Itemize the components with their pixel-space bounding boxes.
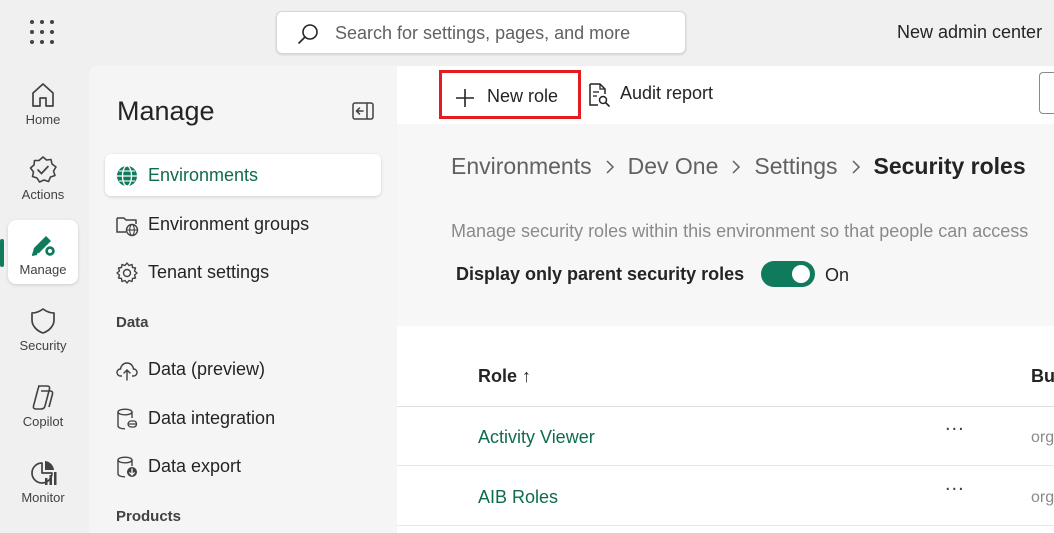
toggle-state-text: On — [825, 265, 850, 285]
new-admin-center-link[interactable]: New admin center — [897, 22, 1042, 43]
rail-label: Home — [25, 112, 61, 127]
rail-label: Manage — [19, 262, 67, 277]
parent-roles-toggle-label: Display only parent security roles — [456, 264, 745, 284]
table-row[interactable]: AIB Roles ... org — [397, 467, 1054, 526]
rail-item-monitor[interactable]: Monitor — [8, 448, 78, 512]
nav-item-label: Data (preview) — [148, 359, 266, 379]
nav-item-label: Environments — [148, 165, 259, 185]
command-bar: New role Audit report — [397, 66, 1054, 124]
rail-item-actions[interactable]: Actions — [8, 145, 78, 209]
rail-item-security[interactable]: Security — [8, 296, 78, 360]
top-bar: New admin center — [0, 0, 1054, 66]
audit-report-button[interactable]: Audit report — [585, 70, 735, 119]
nav-item-environments[interactable]: Environments — [105, 154, 381, 196]
globe-icon — [117, 165, 137, 187]
monitor-chart-icon — [31, 461, 57, 485]
nav-item-tenant-settings[interactable]: Tenant settings — [105, 251, 381, 293]
rail-label: Copilot — [22, 414, 64, 429]
more-options-icon[interactable]: ... — [945, 413, 965, 436]
chevron-right-icon — [731, 159, 741, 175]
rail-label: Security — [19, 338, 67, 353]
search-input[interactable] — [335, 20, 675, 46]
more-options-icon[interactable]: ... — [945, 473, 965, 496]
rail-label: Actions — [21, 187, 65, 202]
business-unit-cell: org — [1031, 429, 1054, 446]
database-export-icon — [117, 456, 137, 478]
report-search-icon — [589, 83, 610, 107]
roles-table: Role ↑ Bu Activity Viewer ... org AIB Ro… — [397, 326, 1054, 533]
left-rail: Home Actions Manage Security Copilot Mon… — [0, 66, 86, 533]
copilot-icon — [32, 385, 54, 410]
table-row[interactable]: Activity Viewer ... org — [397, 407, 1054, 466]
column-header-business-unit[interactable]: Bu — [1031, 366, 1054, 387]
manage-pen-gear-icon — [31, 236, 57, 258]
breadcrumb-environments[interactable]: Environments — [451, 153, 592, 180]
cloud-upload-icon — [116, 362, 138, 381]
breadcrumb-dev-one[interactable]: Dev One — [628, 153, 719, 180]
shield-icon — [31, 308, 55, 334]
audit-report-label: Audit report — [620, 83, 714, 103]
section-label-products: Products — [116, 508, 182, 525]
nav-item-label: Environment groups — [148, 214, 310, 234]
nav-item-data-integration[interactable]: Data integration — [105, 397, 381, 439]
chevron-right-icon — [605, 159, 615, 175]
pane-title: Manage — [117, 96, 215, 126]
role-name-link[interactable]: AIB Roles — [478, 487, 558, 508]
section-label-data: Data — [116, 314, 149, 331]
plus-icon — [456, 89, 474, 107]
chevron-right-icon — [851, 159, 861, 175]
new-role-label: New role — [487, 86, 559, 106]
gear-icon — [116, 262, 138, 284]
nav-item-environment-groups[interactable]: Environment groups — [105, 203, 381, 245]
parent-roles-toggle[interactable] — [761, 261, 815, 287]
rail-item-home[interactable]: Home — [8, 70, 78, 134]
new-role-button[interactable]: New role — [439, 70, 581, 119]
role-name-link[interactable]: Activity Viewer — [478, 427, 595, 448]
actions-badge-icon — [29, 156, 57, 183]
rail-label: Monitor — [21, 490, 65, 505]
toolbar-button-partial[interactable] — [1039, 72, 1054, 114]
column-header-role[interactable]: Role ↑ — [478, 366, 531, 387]
business-unit-cell: org — [1031, 489, 1054, 506]
nav-item-label: Data integration — [148, 408, 276, 428]
main-content: New role Audit report Environments Dev On… — [397, 66, 1054, 533]
folder-globe-icon — [116, 217, 139, 237]
home-icon — [32, 83, 54, 107]
nav-item-label: Data export — [148, 456, 242, 476]
nav-item-data-preview[interactable]: Data (preview) — [105, 348, 381, 390]
app-launcher-icon[interactable] — [30, 20, 54, 44]
search-box[interactable] — [276, 11, 686, 54]
database-link-icon — [117, 408, 138, 430]
nav-item-data-export[interactable]: Data export — [105, 445, 381, 487]
manage-pane: Manage Environments Environment groups T… — [89, 66, 397, 533]
nav-item-label: Tenant settings — [148, 262, 270, 282]
breadcrumb-settings[interactable]: Settings — [754, 153, 837, 180]
rail-item-copilot[interactable]: Copilot — [8, 372, 78, 436]
breadcrumb-current: Security roles — [873, 153, 1026, 180]
page-description: Manage security roles within this enviro… — [451, 221, 1029, 241]
active-indicator — [0, 239, 4, 267]
collapse-pane-icon[interactable] — [352, 101, 374, 121]
rail-item-manage[interactable]: Manage — [8, 220, 78, 284]
breadcrumb: Environments Dev One Settings Security role… — [451, 152, 1026, 180]
search-icon — [298, 24, 318, 44]
